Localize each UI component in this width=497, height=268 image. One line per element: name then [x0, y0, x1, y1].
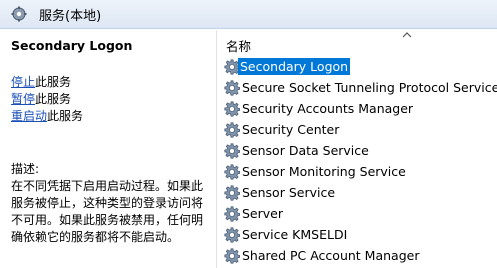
gear-icon [224, 163, 240, 180]
service-row[interactable]: Sensor Service [217, 182, 497, 203]
gear-icon [224, 121, 240, 138]
service-name: Shared PC Account Manager [242, 248, 420, 263]
description-text: 在不同凭据下启用启动过程。如果此服务被停止，这种类型的登录访问将不可用。如果此服… [11, 179, 204, 244]
services-list: Secondary Logon Secure Socket Tunneling P… [217, 56, 497, 266]
service-name: Secure Socket Tunneling Protocol Service [242, 80, 497, 95]
gear-icon [224, 205, 240, 222]
gear-icon [224, 100, 240, 117]
stop-service-link[interactable]: 停止 [11, 75, 35, 89]
gear-icon [224, 142, 240, 159]
name-column-header[interactable]: 名称 [217, 30, 497, 56]
name-column-label: 名称 [226, 38, 252, 54]
pause-service-link[interactable]: 暂停 [11, 92, 35, 106]
service-name: Sensor Monitoring Service [242, 164, 406, 179]
title-bar: 服务(本地) [0, 0, 497, 29]
gear-icon [224, 79, 240, 96]
gear-icon [224, 184, 240, 201]
pause-service-action: 暂停此服务 [11, 91, 83, 108]
service-details-pane: Secondary Logon 停止此服务 暂停此服务 重启动此服务 描述: 在… [0, 30, 214, 268]
service-row[interactable]: Server [217, 203, 497, 224]
service-name: Sensor Data Service [242, 143, 369, 158]
service-name: Secondary Logon [238, 58, 351, 75]
service-row[interactable]: Sensor Monitoring Service [217, 161, 497, 182]
stop-service-action: 停止此服务 [11, 74, 83, 91]
service-row[interactable]: Shared PC Account Manager [217, 245, 497, 266]
window-title: 服务(本地) [39, 8, 102, 24]
service-row[interactable]: Security Center [217, 119, 497, 140]
service-name: Security Center [242, 122, 340, 137]
service-name: Service KMSELDI [242, 227, 348, 242]
service-name: Security Accounts Manager [242, 101, 414, 116]
selected-service-title: Secondary Logon [11, 38, 133, 53]
description-label: 描述: [11, 162, 40, 176]
service-row[interactable]: Sensor Data Service [217, 140, 497, 161]
service-name: Server [242, 206, 283, 221]
services-list-pane: 名称 Secondary Logon Secure Socket Tunnelin… [216, 30, 497, 268]
service-row[interactable]: Secondary Logon [217, 56, 497, 77]
chevron-up-icon [402, 32, 412, 38]
service-row[interactable]: Secure Socket Tunneling Protocol Service [217, 77, 497, 98]
restart-service-link[interactable]: 重启动 [11, 109, 47, 123]
service-row[interactable]: Service KMSELDI [217, 224, 497, 245]
restart-service-suffix: 此服务 [47, 109, 84, 123]
gear-icon [224, 226, 240, 243]
service-name: Sensor Service [242, 185, 336, 200]
pause-service-suffix: 此服务 [35, 92, 72, 106]
restart-service-action: 重启动此服务 [11, 108, 83, 125]
gear-icon [224, 247, 240, 264]
services-gear-icon [11, 6, 27, 22]
stop-service-suffix: 此服务 [35, 75, 72, 89]
service-row[interactable]: Security Accounts Manager [217, 98, 497, 119]
service-actions: 停止此服务 暂停此服务 重启动此服务 [11, 74, 83, 125]
